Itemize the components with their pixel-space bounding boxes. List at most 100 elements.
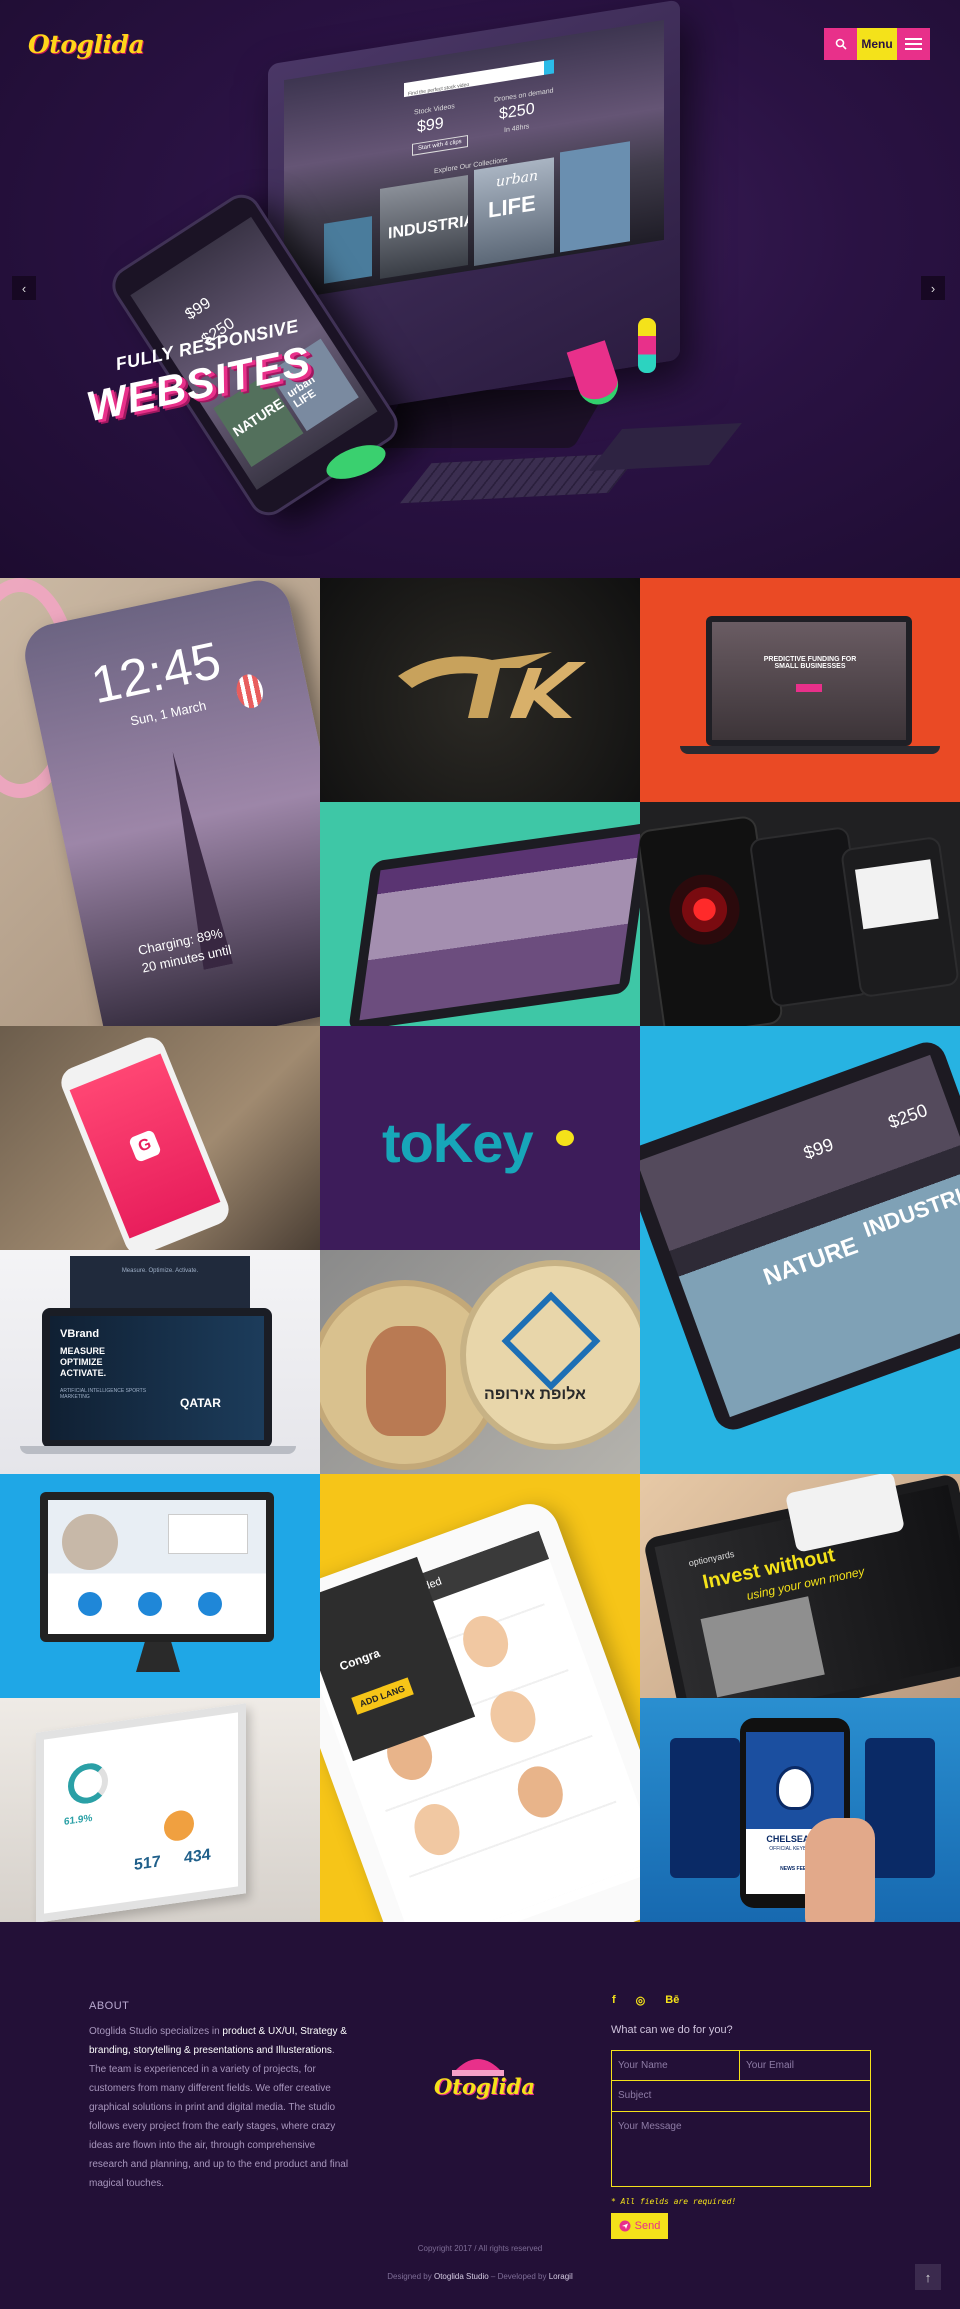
avatar [62, 1514, 118, 1570]
portfolio-item-optionyards[interactable]: optionyards Invest without using your ow… [640, 1474, 960, 1698]
portfolio-item-chelsea-app[interactable]: CHELSEA FC OFFICIAL KEYBOARD NEWS FEED [640, 1698, 960, 1922]
hamburger-icon[interactable] [897, 28, 930, 60]
monitor-price-left-label: Stock Videos [414, 103, 455, 117]
message-field[interactable]: Your Message [611, 2112, 871, 2187]
portfolio-item-vbrand[interactable]: Measure. Optimize. Activate. VBrand MEAS… [0, 1250, 320, 1474]
popsicle-illustration [638, 318, 656, 373]
vbrand-tag: QATAR [180, 1396, 221, 1410]
monitor-price-left-button: Start with 4 clips [412, 134, 468, 156]
menu-button[interactable]: Menu [857, 28, 897, 60]
imac-mockup [40, 1492, 274, 1642]
site-logo[interactable]: Otoglida [28, 30, 145, 59]
designer-link[interactable]: Otoglida Studio [434, 2272, 489, 2281]
record-icon [664, 870, 745, 950]
slider-next-button[interactable]: › [921, 276, 945, 300]
portfolio-item-phone-app[interactable]: G [0, 1026, 320, 1250]
monitor-price-left: $99 [417, 114, 444, 137]
tk-logo-icon [398, 652, 586, 718]
portfolio-grid: 12:45 Sun, 1 March Charging: 89% 20 minu… [0, 578, 960, 1922]
behance-icon[interactable]: Bē [665, 1994, 679, 2007]
back-to-top-button[interactable]: ↑ [915, 2264, 941, 2290]
monitor-tile [324, 216, 372, 284]
hero-slider: Otoglida Menu ‹ › Find the perfect stock… [0, 0, 960, 578]
phone-mockup [840, 835, 960, 999]
avatar [700, 1596, 825, 1698]
balloon-illustration [233, 671, 267, 711]
copyright: Copyright 2017 / All rights reserved [417, 2244, 543, 2253]
hand-illustration [805, 1818, 875, 1922]
email-field[interactable]: Your Email [740, 2050, 871, 2081]
tokey-logo: toKey [382, 1111, 534, 1174]
monitor-tile-industrial: INDUSTRIAL [380, 174, 468, 279]
laptop-mockup: PREDICTIVE FUNDING FOR SMALL BUSINESSES [706, 616, 912, 746]
laptop-base [680, 746, 940, 754]
tokey-dot-icon [556, 1130, 574, 1146]
credits: Designed by Otoglida Studio – Developed … [387, 2272, 573, 2281]
portfolio-item-tablet-gallery[interactable] [320, 802, 640, 1026]
infographic-stat-b: 517 [134, 1853, 161, 1874]
phone-lockscreen: 12:45 Sun, 1 March Charging: 89% 20 minu… [19, 578, 320, 1026]
contact-heading: What can we do for you? [611, 2024, 733, 2036]
developer-link[interactable]: Loragil [549, 2272, 573, 2281]
laptop-base [20, 1446, 296, 1454]
portfolio-item-imac-form[interactable] [0, 1474, 320, 1698]
vbrand-logo: VBrand [60, 1328, 100, 1340]
chelsea-crest-icon [776, 1766, 814, 1810]
phone-mockup [670, 1738, 740, 1878]
tablet-mockup: $99 $250 NATURE INDUSTRIAL [640, 1036, 960, 1436]
portfolio-item-lockscreen[interactable]: 12:45 Sun, 1 March Charging: 89% 20 minu… [0, 578, 320, 1026]
phone-mockup [865, 1738, 935, 1878]
tablet-tile-nature: NATURE [759, 1232, 862, 1292]
phone-mockup: G [56, 1032, 234, 1250]
laptop-mockup: VBrand MEASURE OPTIMIZE ACTIVATE. ARTIFI… [42, 1308, 272, 1448]
portfolio-item-dark-app[interactable] [640, 802, 960, 1026]
coaster-right: אלופת אירופה [460, 1260, 640, 1450]
vbrand-headline: MEASURE OPTIMIZE ACTIVATE. [60, 1346, 107, 1378]
portfolio-item-coasters[interactable]: אלופת אירופה [320, 1250, 640, 1474]
search-icon [835, 38, 847, 50]
infographic-stat-c: 434 [184, 1846, 211, 1867]
footer-logo[interactable]: Otoglida [430, 2048, 535, 2108]
footer-logo-text: Otoglida [434, 2074, 535, 2099]
monitor-tile [560, 141, 630, 253]
laptop-cta [796, 684, 822, 692]
frame-mockup: 61.9% 517 434 [36, 1703, 246, 1922]
monitor-price-right-sub: In 48hrs [504, 123, 530, 135]
about-text: Otoglida Studio specializes in product &… [89, 2026, 349, 2189]
search-button[interactable] [824, 28, 857, 60]
laptop-headline: PREDICTIVE FUNDING FOR SMALL BUSINESSES [763, 656, 857, 670]
tablet-tile-industrial: INDUSTRIAL [859, 1173, 960, 1243]
app-logo-icon: G [128, 1129, 162, 1163]
slider-prev-button[interactable]: ‹ [12, 276, 36, 300]
sticker-add-button: ADD LANG [351, 1677, 414, 1715]
about-heading: ABOUT [89, 2000, 130, 2012]
trackpad-mockup [589, 423, 742, 471]
instagram-icon[interactable]: ◎ [636, 1994, 646, 2007]
portfolio-item-tokey-logo[interactable]: toKey [320, 1026, 640, 1250]
infographic-stat-a: 61.9% [64, 1812, 93, 1828]
facebook-icon[interactable]: f [612, 1994, 616, 2007]
sticker-congrats: Congra [337, 1645, 382, 1674]
social-links: f ◎ Bē [612, 1994, 679, 2007]
portfolio-item-infographic[interactable]: 61.9% 517 434 [0, 1698, 320, 1922]
name-field[interactable]: Your Name [611, 2050, 740, 2081]
vbrand-top-panel: Measure. Optimize. Activate. [70, 1256, 250, 1316]
send-button[interactable]: Send [611, 2213, 668, 2239]
monitor-tile-urban: urban LIFE [474, 157, 554, 266]
top-nav: Menu [824, 28, 930, 60]
monitor-screen: Find the perfect stock video Stock Video… [284, 19, 664, 301]
portfolio-item-sticker-app[interactable]: Downloaded Congra ADD LANG [320, 1474, 640, 1922]
monitor-price-right: $250 [499, 100, 535, 124]
portfolio-item-funding-laptop[interactable]: PREDICTIVE FUNDING FOR SMALL BUSINESSES [640, 578, 960, 802]
tablet-price-right: $250 [885, 1099, 930, 1133]
phone-price-1: $99 [182, 294, 214, 324]
coaster-text: אלופת אירופה [484, 1386, 586, 1403]
portfolio-item-tablet-stockvideo[interactable]: $99 $250 NATURE INDUSTRIAL [640, 1026, 960, 1474]
tablet-mockup [348, 822, 640, 1026]
imac-stand [136, 1642, 180, 1672]
send-label: Send [634, 2220, 661, 2232]
portfolio-item-tk-logo[interactable] [320, 578, 640, 802]
required-note: * All fields are required! [611, 2197, 737, 2206]
subject-field[interactable]: Subject [611, 2081, 871, 2112]
send-icon [619, 2220, 631, 2232]
